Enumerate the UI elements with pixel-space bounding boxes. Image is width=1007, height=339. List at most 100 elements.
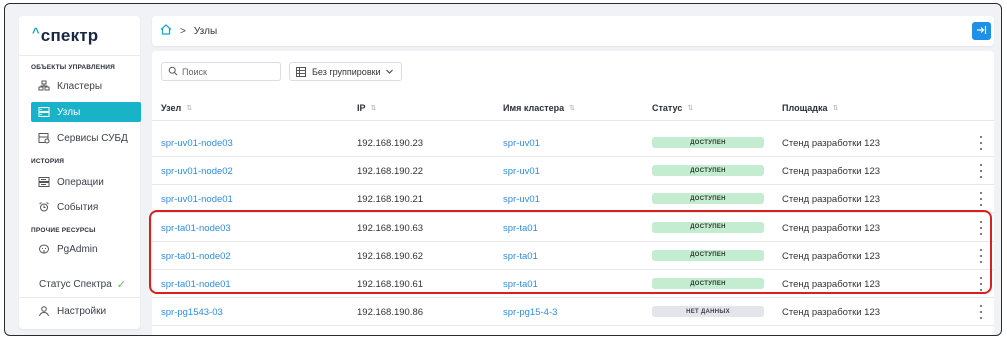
user-icon xyxy=(38,305,50,317)
logo-caret: ^ xyxy=(32,25,40,40)
ip-address: 192.168.190.21 xyxy=(357,194,424,206)
table-row[interactable]: spr-ta01-node01 192.168.190.61 spr-ta01 ДОС… xyxy=(152,270,994,298)
sidebar-item-db-services[interactable]: Сервисы СУБД xyxy=(31,128,141,148)
column-label: Узел xyxy=(161,103,182,113)
node-link[interactable]: spr-uv01-node03 xyxy=(161,138,233,149)
table-row[interactable]: spr-uv01-node03 192.168.190.23 spr-uv01 ДОС… xyxy=(152,129,994,157)
logo-text: спектр xyxy=(40,25,99,45)
sidebar-item-events[interactable]: События xyxy=(31,197,141,217)
events-icon xyxy=(38,201,50,213)
ip-address: 192.168.190.86 xyxy=(357,307,424,319)
site-name: Стенд разработки 123 xyxy=(782,194,881,206)
more-actions-icon[interactable] xyxy=(978,248,984,263)
sidebar: ^ спектр ОБЪЕКТЫ УПРАВЛЕНИЯ Кластеры Узл… xyxy=(19,16,141,329)
node-link[interactable]: spr-ta01-node03 xyxy=(161,223,231,234)
column-header-node[interactable]: Узел ⇅ xyxy=(161,103,192,113)
sort-icon: ⇅ xyxy=(687,105,694,112)
more-actions-icon[interactable] xyxy=(978,277,984,291)
breadcrumb-current: Узлы xyxy=(193,25,218,37)
sidebar-item-label: PgAdmin xyxy=(57,243,98,255)
ip-address: 192.168.190.61 xyxy=(357,279,424,290)
sort-icon: ⇅ xyxy=(569,105,576,112)
grouping-select[interactable]: Без группировки xyxy=(289,62,402,81)
more-actions-icon[interactable] xyxy=(978,305,984,320)
site-name: Стенд разработки 123 xyxy=(782,222,881,234)
sidebar-item-label: Узлы xyxy=(57,106,81,118)
section-history: ИСТОРИЯ xyxy=(31,158,65,165)
status-badge: ДОСТУПЕН xyxy=(652,193,764,205)
status-label: Статус Спектра xyxy=(39,279,112,290)
table-row[interactable]: spr-ta01-node03 192.168.190.63 spr-ta01 ДОС… xyxy=(152,214,994,242)
sidebar-item-label: Операции xyxy=(57,176,104,188)
logout-button[interactable] xyxy=(972,22,991,40)
node-link[interactable]: spr-uv01-node01 xyxy=(161,194,233,205)
cluster-link[interactable]: spr-ta01 xyxy=(503,223,538,234)
site-name: Стенд разработки 123 xyxy=(782,307,881,319)
cluster-link[interactable]: spr-pg15-4-3 xyxy=(503,307,557,318)
app-window: ^ спектр ОБЪЕКТЫ УПРАВЛЕНИЯ Кластеры Узл… xyxy=(4,3,1002,336)
status-badge: ДОСТУПЕН xyxy=(652,165,764,177)
more-actions-icon[interactable] xyxy=(978,164,984,179)
more-actions-icon[interactable] xyxy=(978,192,984,207)
sort-icon: ⇅ xyxy=(370,105,377,112)
sidebar-item-label: Настройки xyxy=(57,305,107,317)
node-link[interactable]: spr-ta01-node02 xyxy=(161,251,231,262)
table-row[interactable]: spr-uv01-node02 192.168.190.22 spr-uv01 ДОС… xyxy=(152,157,994,186)
ip-address: 192.168.190.63 xyxy=(357,222,424,234)
sidebar-item-nodes[interactable]: Узлы xyxy=(31,102,141,122)
column-label: Площадка xyxy=(782,103,828,113)
table-row[interactable]: spr-ta01-node02 192.168.190.62 spr-ta01 ДОС… xyxy=(152,242,994,270)
node-link[interactable]: spr-uv01-node02 xyxy=(161,166,233,177)
cluster-link[interactable]: spr-uv01 xyxy=(503,166,540,177)
column-label: Имя кластера xyxy=(503,103,565,113)
pgadmin-icon xyxy=(38,243,50,255)
sidebar-item-operations[interactable]: Операции xyxy=(31,172,141,192)
section-other-resources: ПРОЧИЕ РЕСУРСЫ xyxy=(31,227,96,234)
sidebar-item-label: Кластеры xyxy=(57,80,102,92)
column-header-site[interactable]: Площадка ⇅ xyxy=(782,103,838,113)
search-input[interactable] xyxy=(182,66,277,77)
cluster-link[interactable]: spr-ta01 xyxy=(503,251,538,262)
site-name: Стенд разработки 123 xyxy=(782,279,881,290)
site-name: Стенд разработки 123 xyxy=(782,166,881,178)
node-link[interactable]: spr-pg1543-03 xyxy=(161,307,223,318)
table-header: Узел ⇅ IP ⇅ Имя кластера ⇅ Статус ⇅ Площадка… xyxy=(152,93,994,121)
operations-icon xyxy=(38,176,50,188)
brand-logo[interactable]: ^ спектр xyxy=(19,16,140,56)
search-box[interactable] xyxy=(161,62,281,81)
more-actions-icon[interactable] xyxy=(978,220,984,235)
grouping-icon xyxy=(296,66,306,77)
top-header: > Узлы xyxy=(152,16,994,46)
cluster-link[interactable]: spr-ta01 xyxy=(503,279,538,290)
node-link[interactable]: spr-ta01-node01 xyxy=(161,279,231,290)
cluster-link[interactable]: spr-uv01 xyxy=(503,194,540,205)
site-name: Стенд разработки 123 xyxy=(782,138,881,149)
column-header-ip[interactable]: IP ⇅ xyxy=(357,103,376,113)
ip-address: 192.168.190.62 xyxy=(357,250,424,262)
cluster-link[interactable]: spr-uv01 xyxy=(503,138,540,149)
table-row[interactable]: spr-pg1543-03 192.168.190.86 spr-pg15-4-3 Н… xyxy=(152,298,994,327)
sidebar-item-label: Сервисы СУБД xyxy=(57,132,128,144)
sort-icon: ⇅ xyxy=(832,105,839,112)
site-name: Стенд разработки 123 xyxy=(782,250,881,262)
status-badge: НЕТ ДАННЫХ xyxy=(652,306,764,318)
home-icon[interactable] xyxy=(160,22,172,40)
grouping-value: Без группировки xyxy=(312,66,381,77)
column-header-status[interactable]: Статус ⇅ xyxy=(652,103,693,113)
check-icon: ✓ xyxy=(116,279,126,291)
database-service-icon xyxy=(38,132,50,144)
status-badge: ДОСТУПЕН xyxy=(652,137,764,148)
status-badge: ДОСТУПЕН xyxy=(652,249,764,261)
system-status[interactable]: Статус Спектра ✓ xyxy=(39,278,126,291)
status-badge: ДОСТУПЕН xyxy=(652,278,764,289)
chevron-right-icon: > xyxy=(180,25,186,37)
column-header-cluster[interactable]: Имя кластера ⇅ xyxy=(503,103,575,113)
search-icon xyxy=(168,63,178,81)
sidebar-item-clusters[interactable]: Кластеры xyxy=(31,76,141,96)
table-row[interactable]: spr-uv01-node01 192.168.190.21 spr-uv01 ДОС… xyxy=(152,185,994,214)
more-actions-icon[interactable] xyxy=(978,136,984,150)
sidebar-item-pgadmin[interactable]: PgAdmin xyxy=(31,239,141,259)
sidebar-item-settings[interactable]: Настройки xyxy=(31,301,141,321)
cluster-icon xyxy=(38,80,50,92)
sidebar-item-label: События xyxy=(57,201,99,213)
